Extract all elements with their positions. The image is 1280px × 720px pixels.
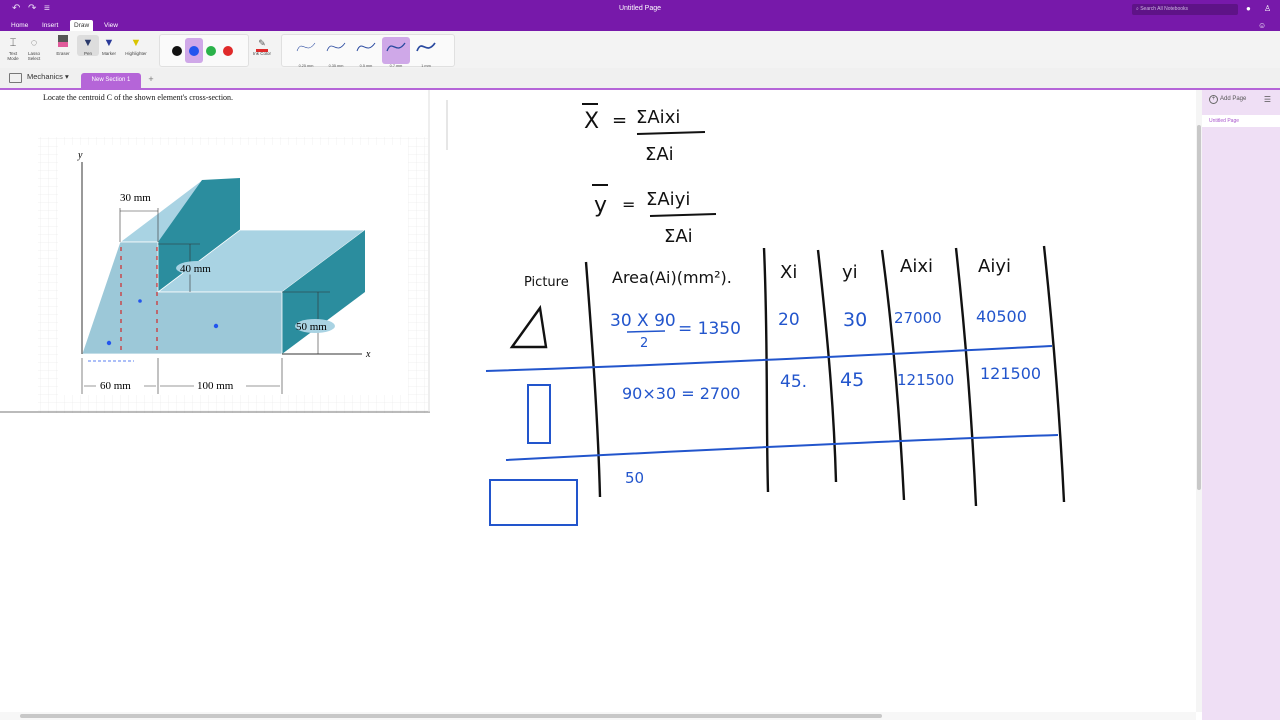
- notebook-selector[interactable]: Mechanics ▾: [27, 72, 69, 81]
- ink-color-icon: ✎: [250, 35, 274, 52]
- xbar-numerator: ΣAixi: [636, 107, 680, 128]
- xbar-lhs: X: [584, 109, 599, 134]
- stroke-wave-icon: [326, 42, 346, 52]
- row1-aiyi: 40500: [976, 307, 1027, 326]
- header-picture: Picture: [524, 275, 569, 290]
- marker-button[interactable]: ▼ Marker: [98, 35, 120, 56]
- color-blue[interactable]: [189, 46, 199, 56]
- tab-view[interactable]: View: [100, 20, 122, 31]
- row1-area-result: = 1350: [678, 319, 741, 339]
- emoji-feedback-icon[interactable]: ☺: [1258, 21, 1266, 30]
- pen-icon: ▼: [82, 37, 94, 49]
- header-yi: yi: [842, 262, 858, 283]
- color-black[interactable]: [172, 46, 182, 56]
- color-green[interactable]: [206, 46, 216, 56]
- horizontal-scrollbar[interactable]: [0, 712, 1196, 720]
- header-xi: Xi: [780, 262, 797, 283]
- row1-xi: 20: [778, 310, 800, 330]
- stroke-wave-icon: [416, 42, 436, 52]
- color-red[interactable]: [223, 46, 233, 56]
- add-icon: +: [1209, 95, 1218, 104]
- row2-xi: 45.: [780, 372, 807, 392]
- search-input[interactable]: ⌕ Search All Notebooks: [1132, 4, 1238, 15]
- pages-pane: + Add Page ☰ Untitled Page: [1202, 90, 1280, 720]
- triangle-sketch: [509, 304, 548, 349]
- sort-pages-icon[interactable]: ☰: [1264, 95, 1271, 104]
- add-section-button[interactable]: +: [146, 74, 156, 84]
- tab-home[interactable]: Home: [7, 20, 32, 31]
- lasso-icon: ◌: [30, 37, 38, 49]
- notebook-icon[interactable]: [9, 73, 22, 83]
- header-aiyi: Aiyi: [978, 256, 1011, 277]
- stroke-wave-icon: [386, 42, 406, 52]
- eraser-icon: [52, 35, 74, 51]
- width-0-7-button[interactable]: 0.7 mm: [382, 37, 410, 68]
- ybar-denominator: ΣAi: [664, 226, 693, 247]
- section-tab[interactable]: New Section 1: [81, 73, 141, 88]
- text-mode-button[interactable]: ⌶ Text Mode: [2, 35, 24, 61]
- stroke-wave-icon: [296, 42, 316, 52]
- ink-color-button[interactable]: ✎ Ink Color: [250, 35, 274, 57]
- row1-area-denominator: 2: [640, 336, 648, 351]
- section-bar: Mechanics ▾ New Section 1 +: [0, 68, 1280, 90]
- tab-draw[interactable]: Draw: [70, 20, 94, 31]
- marker-icon: ▼: [103, 37, 115, 49]
- pen-button[interactable]: ▼ Pen: [77, 35, 99, 56]
- highlighter-icon: ▼: [130, 37, 142, 49]
- window-title: Untitled Page: [618, 5, 662, 12]
- ybar-lhs: y: [594, 193, 607, 218]
- add-page-button[interactable]: + Add Page: [1209, 95, 1246, 104]
- svg-text:=: =: [612, 110, 627, 131]
- draw-ribbon: ⌶ Text Mode ◌ Lasso Select Eraser ▼ Pen …: [0, 31, 1280, 69]
- row2-aiyi: 121500: [980, 364, 1041, 383]
- row1-yi: 30: [843, 309, 867, 331]
- highlighter-button[interactable]: ▼ Highlighter: [123, 35, 149, 56]
- text-cursor-icon: ⌶: [9, 37, 17, 49]
- row2-aixi: 121500: [897, 371, 954, 389]
- ybar-numerator: ΣAiyi: [646, 189, 690, 210]
- width-1-button[interactable]: 1 mm: [412, 37, 440, 68]
- row1-aixi: 27000: [894, 309, 942, 327]
- row3-area: 50: [625, 469, 644, 487]
- page-list-item[interactable]: Untitled Page: [1202, 115, 1280, 127]
- ink-layer[interactable]: X = ΣAixi ΣAi y = ΣAiyi ΣAi Picture Area…: [0, 90, 1196, 712]
- rectangle-sketch-large: [489, 479, 578, 526]
- tab-insert[interactable]: Insert: [38, 20, 62, 31]
- add-person-icon[interactable]: ♙: [1264, 4, 1271, 13]
- menu-bar: Home Insert Draw View ☺: [0, 20, 1280, 31]
- width-0-5-button[interactable]: 0.5 mm: [352, 37, 380, 68]
- row1-area-numerator: 30 X 90: [610, 311, 676, 331]
- header-aixi: Aixi: [900, 256, 933, 277]
- color-palette: [159, 34, 249, 67]
- vertical-scroll-thumb[interactable]: [1197, 125, 1201, 490]
- svg-text:=: =: [622, 195, 635, 214]
- stroke-width-group: 0.25 mm 0.35 mm 0.5 mm 0.7 mm 1 mm: [281, 34, 455, 68]
- bell-icon[interactable]: ●: [1246, 4, 1251, 13]
- width-0-25-button[interactable]: 0.25 mm: [292, 37, 320, 68]
- xbar-denominator: ΣAi: [645, 144, 674, 165]
- horizontal-scroll-thumb[interactable]: [20, 714, 882, 718]
- header-area: Area(Ai)(mm²).: [612, 268, 732, 287]
- title-bar: ↶ ↷ ≡ Untitled Page ⌕ Search All Noteboo…: [0, 0, 1280, 20]
- eraser-button[interactable]: Eraser: [52, 35, 74, 56]
- row2-yi: 45: [840, 369, 864, 391]
- rectangle-sketch: [527, 384, 551, 444]
- lasso-select-button[interactable]: ◌ Lasso Select: [23, 35, 45, 61]
- stroke-wave-icon: [356, 42, 376, 52]
- search-placeholder: Search All Notebooks: [1140, 6, 1189, 12]
- width-0-35-button[interactable]: 0.35 mm: [322, 37, 350, 68]
- row2-area: 90×30 = 2700: [622, 384, 740, 403]
